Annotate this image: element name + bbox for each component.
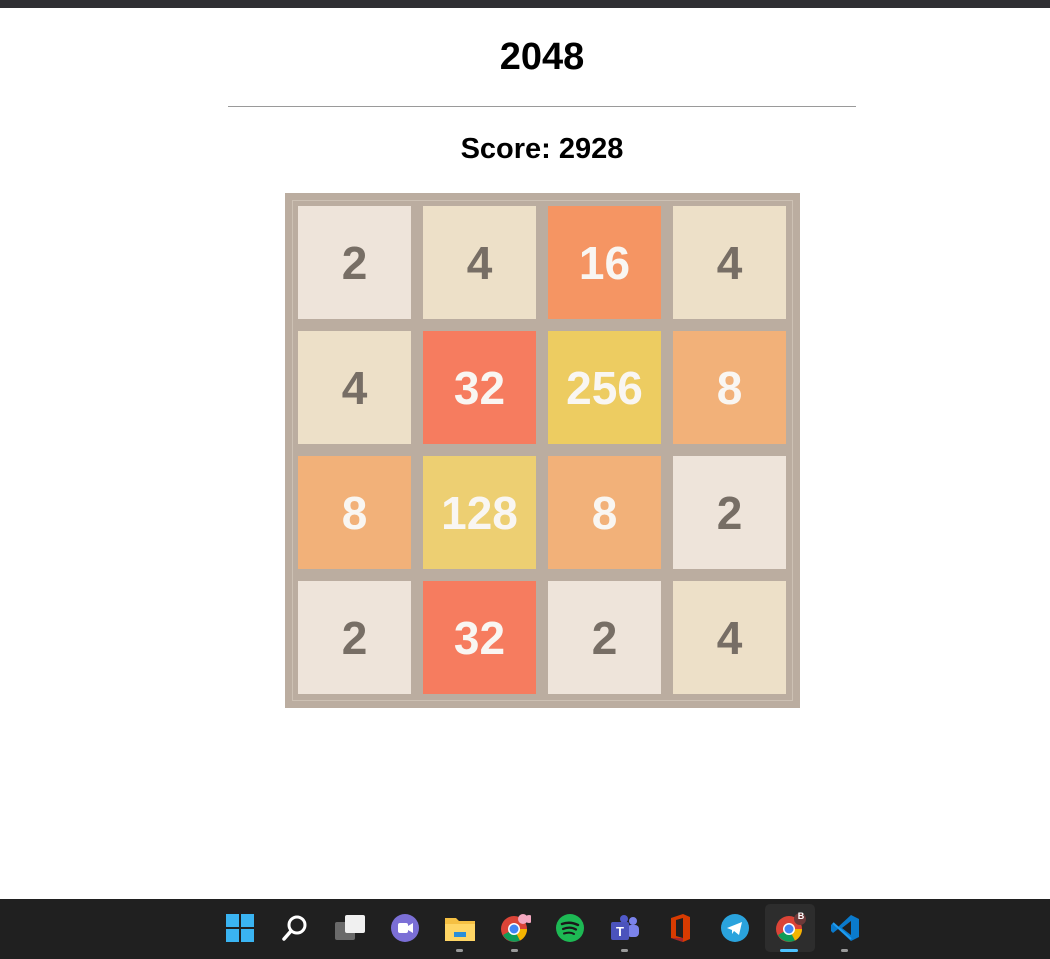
profile-badge-label: B (797, 911, 805, 921)
tile-r2-c2: 32 (423, 331, 536, 444)
svg-text:T: T (616, 924, 624, 939)
vscode-icon[interactable] (829, 912, 861, 944)
tile-r4-c2: 32 (423, 581, 536, 694)
spotify-icon[interactable] (554, 912, 586, 944)
teams-icon[interactable]: T (609, 912, 641, 944)
tile-r2-c3: 256 (548, 331, 661, 444)
chrome-profile-active-indicator (780, 949, 798, 952)
game-title: 2048 (499, 36, 585, 78)
start-icon[interactable] (224, 912, 256, 944)
tile-r2-c1: 4 (298, 331, 411, 444)
tile-r2-c4: 8 (673, 331, 786, 444)
search-icon[interactable] (279, 912, 311, 944)
office-icon[interactable] (664, 912, 696, 944)
chrome-icon[interactable] (499, 912, 531, 944)
chrome-open-indicator (511, 949, 518, 952)
tile-r4-c1: 2 (298, 581, 411, 694)
tile-r1-c3: 16 (548, 206, 661, 319)
vscode-open-indicator (841, 949, 848, 952)
window-top-bar (0, 0, 1050, 8)
teams-chat-icon[interactable] (389, 912, 421, 944)
task-view-icon[interactable] (334, 912, 366, 944)
file-explorer-icon[interactable] (444, 912, 476, 944)
tile-r3-c3: 8 (548, 456, 661, 569)
game-page: 2048 Score: 2928 2 4 16 4 4 32 256 8 8 128 8 2 2 32 2 4 (0, 8, 1050, 899)
tile-r3-c1: 8 (298, 456, 411, 569)
tile-r1-c1: 2 (298, 206, 411, 319)
file-explorer-open-indicator (456, 949, 463, 952)
chrome-profile-icon[interactable]: B (774, 911, 806, 944)
tile-r4-c4: 4 (673, 581, 786, 694)
tile-r3-c4: 2 (673, 456, 786, 569)
tile-r1-c2: 4 (423, 206, 536, 319)
tile-r4-c3: 2 (548, 581, 661, 694)
taskbar: T B (0, 899, 1050, 959)
telegram-icon[interactable] (719, 912, 751, 944)
title-divider (228, 106, 856, 107)
tile-r3-c2: 128 (423, 456, 536, 569)
game-board[interactable]: 2 4 16 4 4 32 256 8 8 128 8 2 2 32 2 4 (285, 193, 800, 708)
tile-r1-c4: 4 (673, 206, 786, 319)
teams-open-indicator (621, 949, 628, 952)
score-display: Score: 2928 (460, 133, 624, 165)
